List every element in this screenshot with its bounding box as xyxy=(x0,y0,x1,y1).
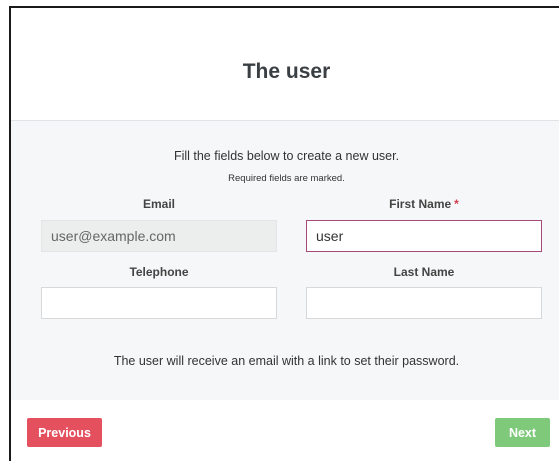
intro-text: Fill the fields below to create a new us… xyxy=(173,149,400,163)
email-field[interactable] xyxy=(41,220,277,252)
last-name-field[interactable] xyxy=(306,287,542,319)
dialog-footer: Previous Next xyxy=(11,400,559,461)
last-name-label-text: Last Name xyxy=(393,265,455,279)
previous-button[interactable]: Previous xyxy=(27,418,102,447)
first-name-label-text: First Name xyxy=(389,197,452,211)
telephone-field[interactable] xyxy=(41,287,277,319)
first-name-label: First Name * xyxy=(306,197,542,211)
first-name-field[interactable] xyxy=(306,220,542,252)
dialog-header: The user xyxy=(11,8,559,121)
page: The user Fill the fields below to create… xyxy=(0,0,559,461)
next-button[interactable]: Next xyxy=(495,418,550,447)
last-name-label: Last Name xyxy=(306,265,542,279)
telephone-label: Telephone xyxy=(41,265,277,279)
email-label-text: Email xyxy=(142,197,175,211)
dialog-title: The user xyxy=(242,60,331,83)
required-asterisk: * xyxy=(454,197,459,211)
create-user-dialog: The user Fill the fields below to create… xyxy=(9,6,559,461)
email-label: Email xyxy=(41,197,277,211)
dialog-body: Fill the fields below to create a new us… xyxy=(11,121,559,401)
telephone-label-text: Telephone xyxy=(129,265,189,279)
required-note: Required fields are marked. xyxy=(228,173,345,184)
password-email-note: The user will receive an email with a li… xyxy=(113,354,460,368)
